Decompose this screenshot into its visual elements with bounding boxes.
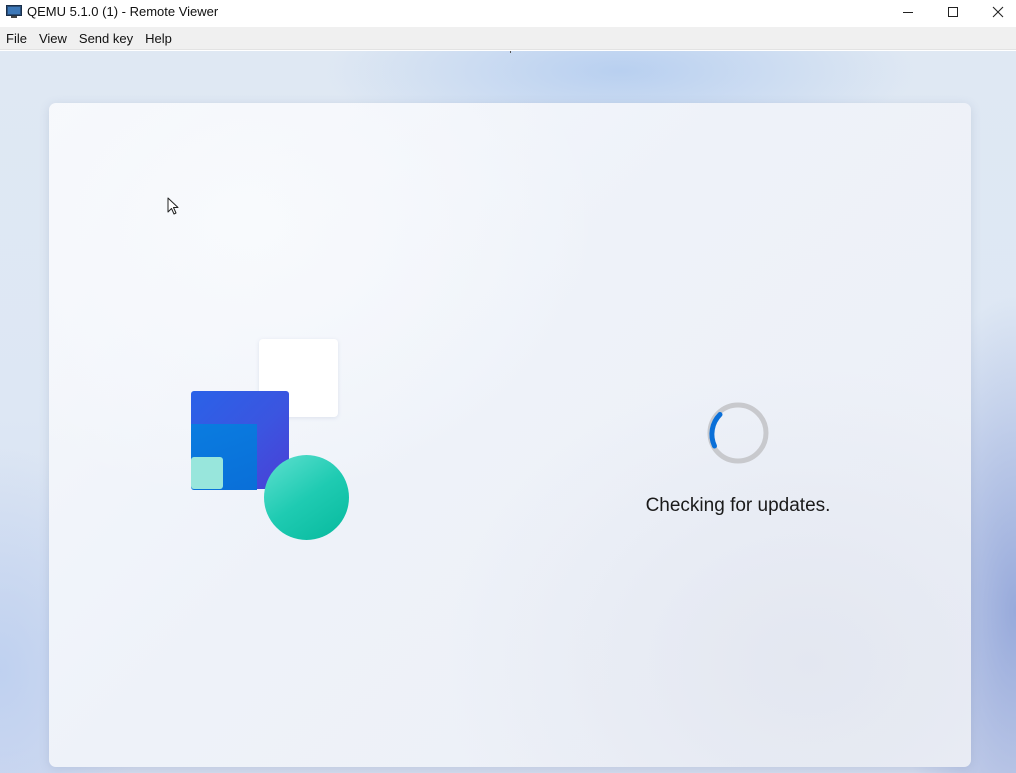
- menu-file[interactable]: File: [0, 27, 33, 50]
- menu-bar: File View Send key Help: [0, 27, 1016, 50]
- menu-send-key[interactable]: Send key: [73, 27, 139, 50]
- illustration-teal-square: [191, 457, 223, 489]
- maximize-button[interactable]: [930, 0, 976, 24]
- loading-spinner-icon: [707, 402, 769, 464]
- minimize-icon: [903, 12, 913, 13]
- oobe-card: Checking for updates.: [49, 103, 971, 767]
- status-text: Checking for updates.: [645, 495, 831, 516]
- minimize-button[interactable]: [885, 0, 931, 24]
- window-title: QEMU 5.1.0 (1) - Remote Viewer: [27, 4, 219, 19]
- mouse-cursor-icon: [167, 197, 179, 215]
- monitor-icon: [6, 5, 22, 18]
- display-artifact: [510, 51, 511, 53]
- vm-display[interactable]: Checking for updates.: [0, 51, 1016, 773]
- maximize-icon: [948, 7, 958, 17]
- illustration-teal-circle: [264, 455, 349, 540]
- close-button[interactable]: [975, 0, 1016, 24]
- title-bar: QEMU 5.1.0 (1) - Remote Viewer: [0, 0, 1016, 24]
- menu-view[interactable]: View: [33, 27, 73, 50]
- menu-help[interactable]: Help: [139, 27, 178, 50]
- close-icon: [992, 6, 1004, 18]
